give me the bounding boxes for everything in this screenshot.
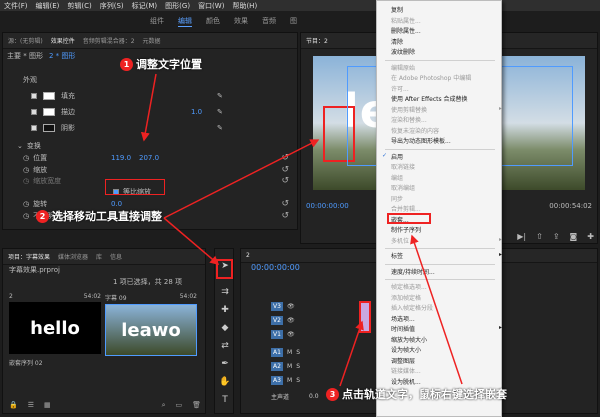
arrow-to-monitor (163, 139, 320, 219)
arrow-to-nest (410, 234, 463, 385)
arrow-to-position (140, 73, 157, 142)
arrow-to-clip (339, 320, 364, 387)
annotation-arrows (140, 73, 463, 387)
arrow-to-tool (163, 217, 220, 265)
